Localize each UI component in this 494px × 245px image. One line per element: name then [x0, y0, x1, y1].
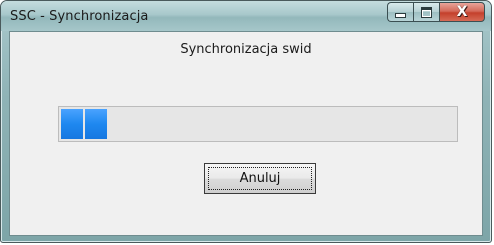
caption-buttons: X: [387, 2, 485, 22]
title-bar[interactable]: SSC - Synchronizacja X: [1, 1, 491, 31]
window-title: SSC - Synchronizacja: [10, 9, 149, 24]
progress-fill: [61, 109, 107, 139]
focus-rectangle: [208, 167, 312, 190]
dialog-client-area: Synchronizacja swid Anuluj: [9, 31, 483, 236]
progress-chunk: [85, 109, 107, 139]
progress-bar: [58, 106, 458, 142]
maximize-button[interactable]: [413, 2, 439, 22]
cancel-button[interactable]: Anuluj: [204, 163, 316, 194]
sync-dialog-window: SSC - Synchronizacja X Synchronizacja sw…: [0, 0, 492, 243]
status-message: Synchronizacja swid: [180, 42, 312, 57]
minimize-button[interactable]: [387, 2, 413, 22]
progress-chunk: [61, 109, 83, 139]
close-button[interactable]: X: [439, 2, 485, 22]
close-icon: X: [456, 4, 468, 20]
minimize-icon: [395, 13, 406, 18]
maximize-icon: [421, 6, 432, 18]
